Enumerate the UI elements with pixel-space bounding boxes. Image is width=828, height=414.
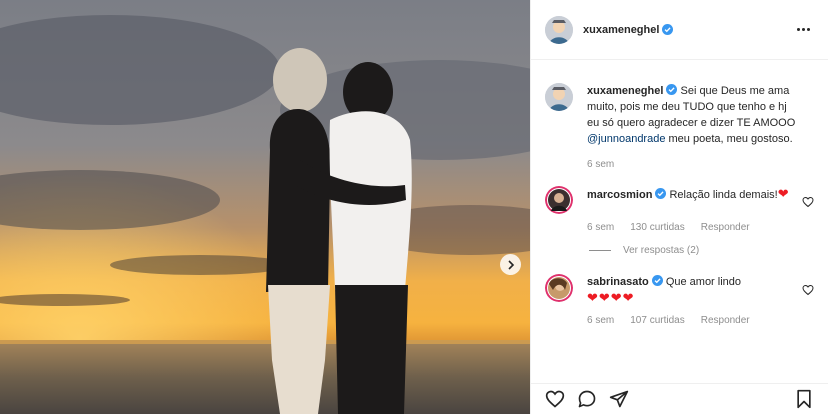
comment-emoji: ❤ — [777, 186, 790, 201]
commenter-avatar[interactable] — [545, 274, 573, 302]
heart-icon — [802, 196, 814, 208]
next-image-button[interactable] — [500, 254, 521, 275]
avatar-image — [545, 274, 573, 302]
comment-button[interactable] — [577, 389, 597, 409]
like-comment-button[interactable] — [802, 284, 814, 299]
comment-likes-count[interactable]: 130 curtidas — [630, 222, 684, 233]
commenter-avatar[interactable] — [545, 186, 573, 214]
post-actions-bar — [531, 383, 828, 414]
comment-timestamp[interactable]: 6 sem — [587, 222, 614, 233]
comments-list: xuxameneghel Sei que Deus me ama muito, … — [531, 61, 828, 383]
comment-meta: 6 sem 130 curtidas Responder — [587, 222, 814, 233]
verified-badge-icon — [651, 275, 663, 286]
like-button[interactable] — [545, 389, 565, 409]
comment-item: sabrinasato Que amor lindo ❤❤❤❤ — [545, 274, 814, 307]
comment-username[interactable]: sabrinasato — [587, 276, 649, 288]
caption-text: xuxameneghel Sei que Deus me ama muito, … — [587, 83, 801, 147]
caption-mention-link[interactable]: @junnoandrade — [587, 133, 665, 145]
chevron-right-icon — [507, 259, 514, 270]
verified-badge-icon — [655, 188, 667, 199]
reply-button[interactable]: Responder — [701, 315, 750, 326]
comment-meta: 6 sem 107 curtidas Responder — [587, 315, 814, 326]
share-button[interactable] — [609, 389, 629, 409]
heart-icon — [802, 284, 814, 296]
bookmark-icon — [797, 389, 811, 409]
caption-meta: 6 sem — [587, 159, 814, 170]
view-replies-button[interactable]: Ver respostas (2) — [589, 245, 814, 256]
avatar-image — [545, 186, 573, 214]
comment-body: Relação linda demais! — [669, 189, 778, 201]
view-replies-label: Ver respostas (2) — [623, 245, 700, 256]
comment-timestamp[interactable]: 6 sem — [587, 315, 614, 326]
save-button[interactable] — [794, 389, 814, 409]
comment-icon — [578, 390, 596, 408]
caption-timestamp[interactable]: 6 sem — [587, 159, 614, 170]
avatar-image — [545, 83, 573, 111]
comment-likes-count[interactable]: 107 curtidas — [630, 315, 684, 326]
more-options-button[interactable] — [793, 24, 814, 35]
heart-icon — [545, 390, 565, 408]
author-avatar[interactable] — [545, 15, 573, 44]
post-caption: xuxameneghel Sei que Deus me ama muito, … — [545, 83, 814, 147]
sunset-photo — [0, 0, 530, 414]
reply-button[interactable]: Responder — [701, 222, 750, 233]
post-dialog: xuxameneghel xuxameneghel Sei que Deus m… — [0, 0, 828, 414]
verified-badge-icon — [666, 84, 678, 95]
share-icon — [609, 390, 629, 408]
avatar-image — [545, 15, 573, 44]
post-side-panel: xuxameneghel xuxameneghel Sei que Deus m… — [530, 0, 828, 414]
post-header: xuxameneghel — [531, 0, 828, 60]
comment-username[interactable]: marcosmion — [587, 189, 652, 201]
replies-divider — [589, 250, 611, 251]
comment-item: marcosmion Relação linda demais!❤ — [545, 186, 814, 214]
caption-username[interactable]: xuxameneghel — [587, 85, 663, 97]
verified-badge-icon — [662, 24, 674, 35]
like-comment-button[interactable] — [802, 196, 814, 211]
more-horizontal-icon — [797, 28, 800, 31]
caption-avatar[interactable] — [545, 83, 573, 111]
post-image — [0, 0, 530, 414]
comment-body: Que amor lindo — [665, 276, 742, 288]
comment-emoji: ❤❤❤❤ — [587, 290, 635, 305]
caption-body-end: meu poeta, meu gostoso. — [665, 133, 793, 145]
author-username[interactable]: xuxameneghel — [583, 24, 659, 36]
comment-text: sabrinasato Que amor lindo ❤❤❤❤ — [587, 274, 793, 307]
comment-text: marcosmion Relação linda demais!❤ — [587, 186, 793, 203]
